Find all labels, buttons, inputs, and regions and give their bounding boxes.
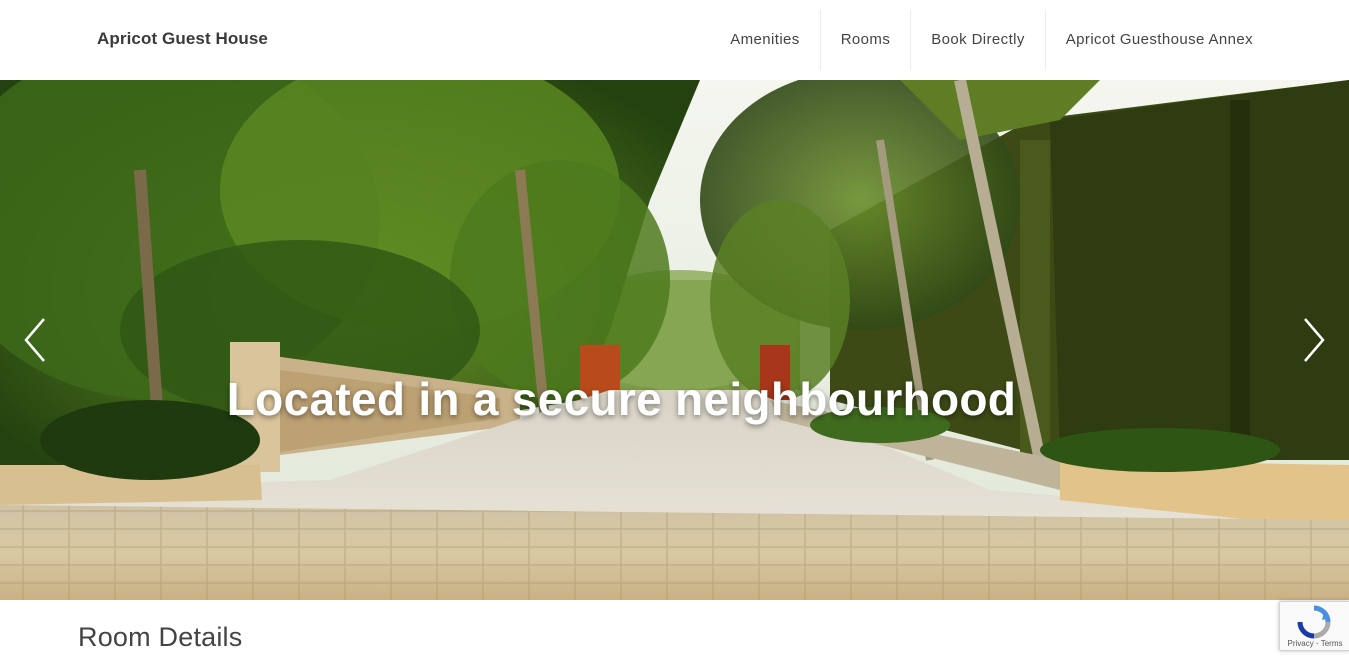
recaptcha-badge[interactable]: Privacy - Terms <box>1279 601 1349 651</box>
site-header: Apricot Guest House Amenities Rooms Book… <box>0 0 1349 80</box>
chevron-left-icon <box>24 318 45 362</box>
slider-prev-button[interactable] <box>21 315 51 365</box>
site-brand[interactable]: Apricot Guest House <box>97 29 268 49</box>
chevron-right-icon <box>1304 318 1325 362</box>
nav-item-amenities[interactable]: Amenities <box>710 10 819 70</box>
nav-item-rooms[interactable]: Rooms <box>819 10 911 70</box>
nav-item-book-directly[interactable]: Book Directly <box>910 10 1045 70</box>
recaptcha-terms-link[interactable]: Privacy - Terms <box>1280 639 1349 648</box>
recaptcha-icon <box>1297 605 1331 639</box>
nav-item-annex[interactable]: Apricot Guesthouse Annex <box>1044 10 1273 70</box>
hero-image <box>0 80 1349 600</box>
hero-slider: Located in a secure neighbourhood <box>0 80 1349 600</box>
main-nav: Amenities Rooms Book Directly Apricot Gu… <box>710 10 1273 70</box>
section-title-room-details: Room Details <box>78 622 243 652</box>
hero-title: Located in a secure neighbourhood <box>226 373 1017 425</box>
slider-next-button[interactable] <box>1299 315 1329 365</box>
